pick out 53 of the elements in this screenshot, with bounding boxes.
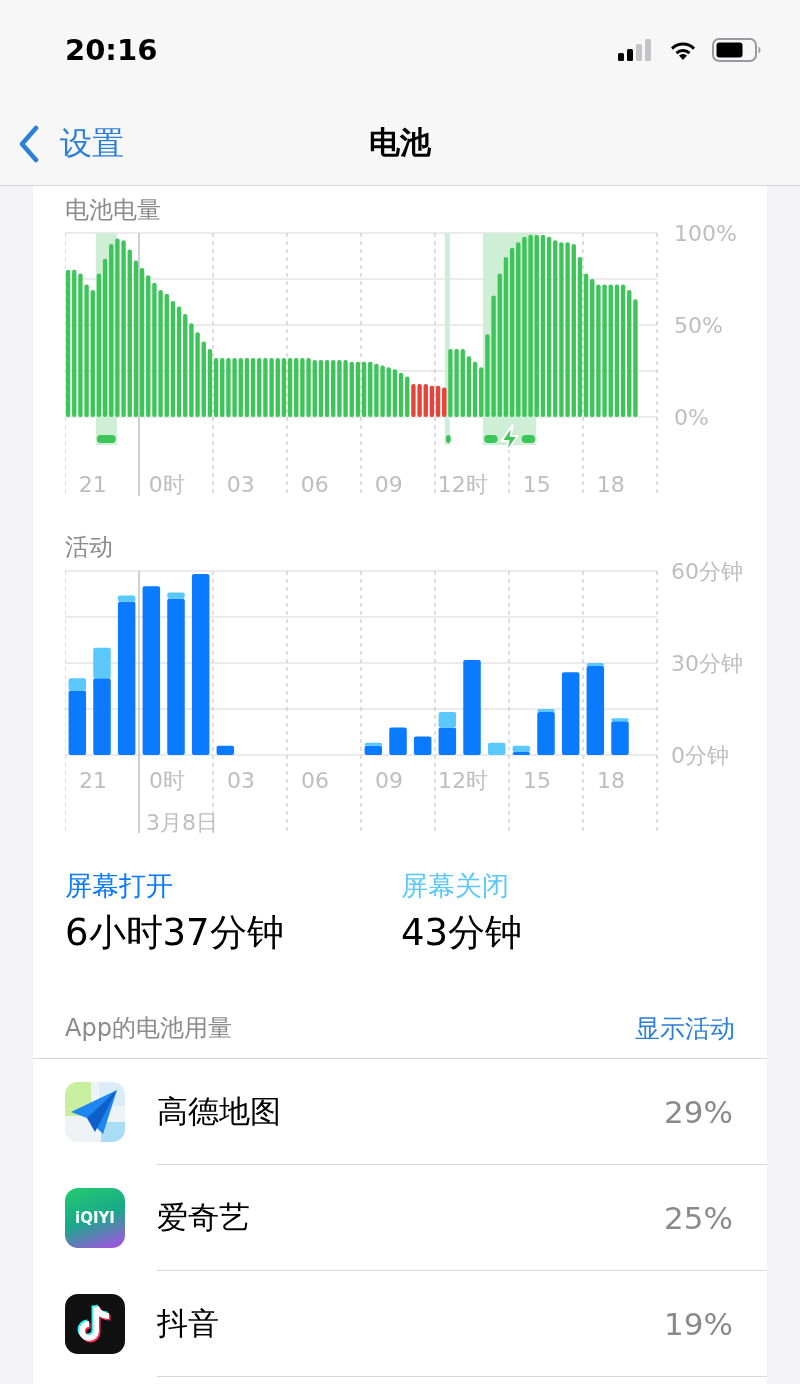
page-title: 电池 <box>369 122 431 162</box>
axis-label: 09 <box>374 768 403 793</box>
axis-label: 60分钟 <box>671 561 743 584</box>
duration-value: 6小时37分钟 <box>65 910 285 956</box>
paper-plane-icon <box>65 1082 125 1142</box>
chevron-left-icon <box>18 125 40 163</box>
battery-icon <box>712 38 762 62</box>
axis-label: 03 <box>226 472 255 497</box>
axis-label: 30分钟 <box>671 651 743 676</box>
back-button[interactable]: 设置 <box>18 118 124 170</box>
axis-label: 0时 <box>148 472 185 497</box>
app-name: 抖音 <box>157 1303 219 1343</box>
axis-label: 0分钟 <box>671 743 729 768</box>
usage-percent: 25% <box>664 1199 733 1236</box>
date-label: 3月8日 <box>146 810 218 835</box>
chart-title: 活动 <box>65 533 114 561</box>
usage-percent: 29% <box>664 1093 733 1130</box>
axis-label: 15 <box>522 472 551 497</box>
axis-label: 21 <box>78 472 107 497</box>
app-row[interactable]: 高德地图 29% <box>33 1059 767 1165</box>
axis-label: 21 <box>78 768 107 793</box>
activity-bar <box>487 742 506 755</box>
section-header: App的电池用量 <box>65 1013 232 1044</box>
axis-label: 12时 <box>437 768 488 793</box>
axis-label: 03 <box>226 768 255 793</box>
activity-bar <box>413 736 432 755</box>
usage-percent: 19% <box>664 1305 733 1342</box>
axis-label: 12时 <box>437 472 488 497</box>
legend-label: 屏幕关闭 <box>401 870 510 902</box>
chart-title: 电池电量 <box>65 195 162 224</box>
legend-label: 屏幕打开 <box>65 870 174 902</box>
app-name: 爱奇艺 <box>157 1197 250 1237</box>
axis-label: 100% <box>674 224 737 246</box>
axis-label: 06 <box>300 768 329 793</box>
app-logo: iQIYI <box>65 1188 125 1248</box>
activity-bar <box>389 727 407 755</box>
app-row[interactable]: 抖音 19% <box>33 1271 767 1377</box>
axis-label: 15 <box>522 768 551 793</box>
status-time: 20:16 <box>65 33 158 67</box>
app-row[interactable]: iQIYI 爱奇艺 25% <box>33 1165 767 1271</box>
axis-label: 18 <box>596 472 625 497</box>
axis-label: 06 <box>300 472 329 497</box>
axis-label: 50% <box>674 313 723 338</box>
duration-value: 43分钟 <box>401 910 524 956</box>
activity-bar <box>216 745 235 755</box>
show-activity-link[interactable]: 显示活动 <box>635 1011 735 1045</box>
axis-label: 0时 <box>148 768 185 793</box>
signal-icon <box>618 39 654 61</box>
app-name: 高德地图 <box>157 1091 281 1131</box>
axis-label: 18 <box>596 768 625 793</box>
music-note-icon <box>65 1294 125 1354</box>
axis-label: 09 <box>374 472 403 497</box>
axis-label: 0% <box>674 405 709 430</box>
